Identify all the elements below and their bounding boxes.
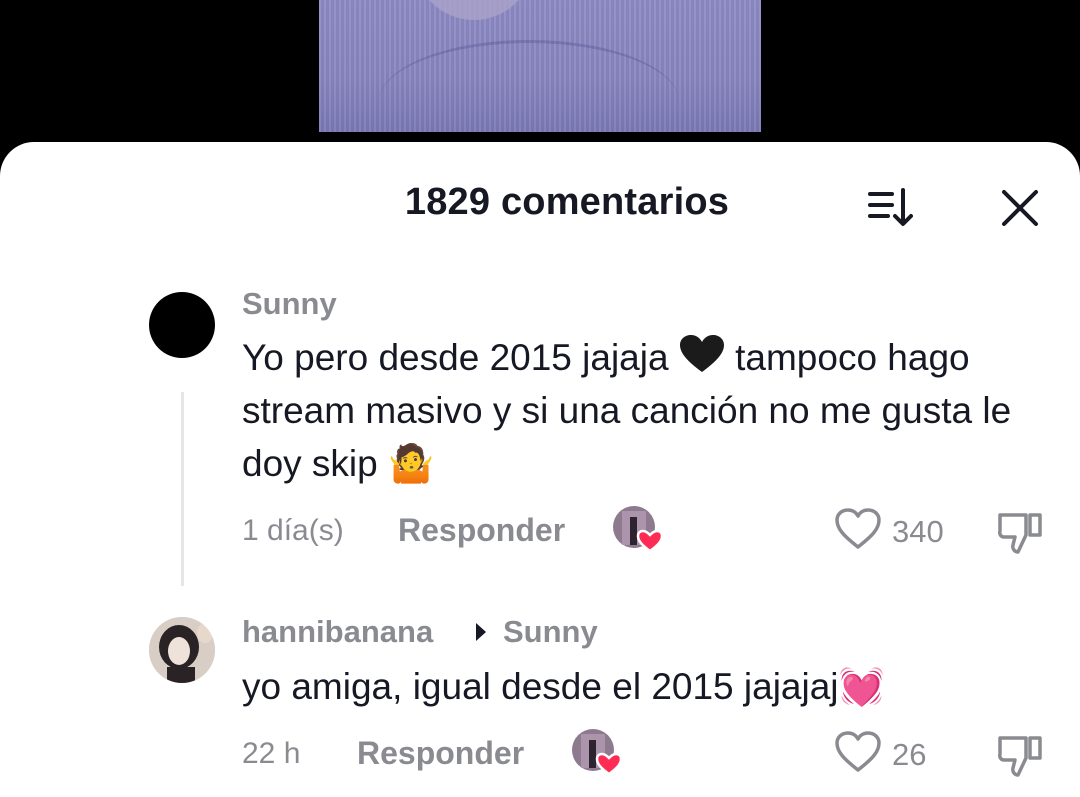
like-count: 26 [892,737,927,772]
black-heart-icon [679,335,724,372]
avatar[interactable] [149,292,215,358]
reply-to-username[interactable]: Sunny [503,614,598,650]
comments-sheet: 1829 comentarios Sunny Yo pero desde 201… [0,142,1080,797]
video-frame[interactable] [319,0,761,132]
close-button[interactable] [996,184,1044,232]
comments-count-title: 1829 comentarios [404,181,730,223]
creator-liked-badge [612,505,664,553]
heart-outline-icon [835,508,881,549]
like-count: 340 [892,514,944,549]
comment-time: 22 h [242,737,301,770]
reply-button[interactable]: Responder [398,512,565,549]
thumbs-down-icon [998,513,1042,554]
avatar[interactable] [149,617,215,683]
thread-line [181,392,184,586]
heart-outline-icon [835,731,881,772]
dislike-button[interactable] [996,732,1044,783]
comment-text: Yo pero desde 2015 jajaja tampoco hago s… [242,331,1042,490]
close-icon [1002,190,1038,226]
comment-text-part: Yo pero desde 2015 jajaja [242,337,679,378]
video-background[interactable] [0,0,1080,160]
comment-time: 1 día(s) [242,514,344,547]
reply-button[interactable]: Responder [357,735,524,772]
video-hand-shape [414,0,534,20]
like-button[interactable] [835,508,881,555]
comment-text: yo amiga, igual desde el 2015 jajajaj💓 [242,660,1042,713]
comment-username[interactable]: hannibanana [242,614,433,650]
heart-emoji: 💓 [838,666,885,707]
sort-button[interactable] [866,185,918,231]
shrug-emoji: 🤷 [388,443,435,484]
comment-username[interactable]: Sunny [242,286,337,322]
creator-liked-badge [571,728,623,776]
like-button[interactable] [835,731,881,778]
video-sweater-fold [379,40,679,132]
sort-icon [868,188,913,226]
comment-text-part: yo amiga, igual desde el 2015 jajajaj [242,666,839,707]
reply-arrow-icon [476,623,486,641]
thumbs-down-icon [998,736,1042,777]
dislike-button[interactable] [996,509,1044,560]
